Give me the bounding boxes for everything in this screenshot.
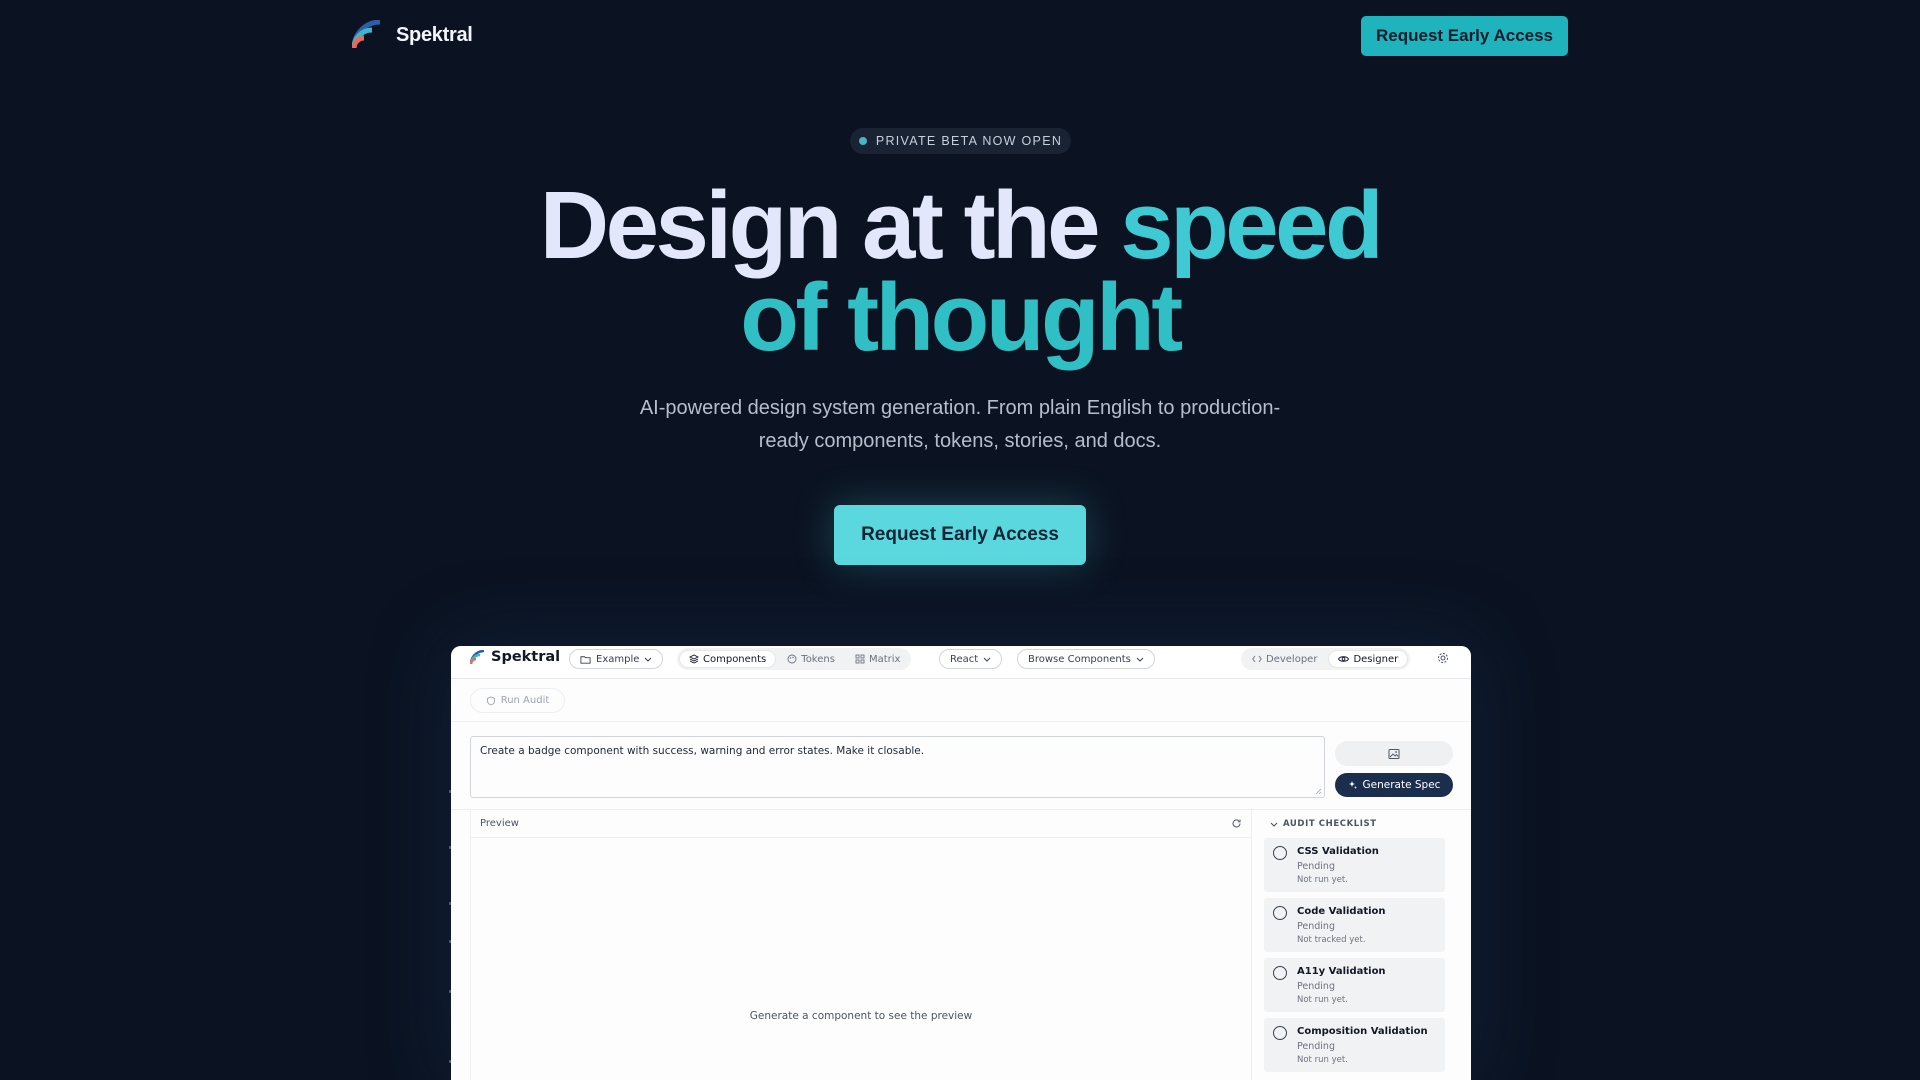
spektral-logo-icon [470,649,485,664]
audit-checklist-title: AUDIT CHECKLIST [1283,819,1377,829]
prompt-input-value: Create a badge component with success, w… [480,745,925,757]
chevron-down-icon [645,657,652,662]
tab-components[interactable]: Components [679,650,777,668]
preview-empty-message: Generate a component to see the preview [749,1010,973,1022]
run-audit-button[interactable]: Run Audit [470,688,565,713]
mode-designer[interactable]: Designer [1328,650,1409,668]
checklist-item-css: CSS Validation Pending Not run yet. [1264,838,1445,892]
project-select[interactable]: Example [569,649,664,669]
tab-tokens-label: Tokens [801,653,835,665]
app-toolbar: Spektral Example Components Tokens Matri… [451,646,1471,679]
resize-handle-icon[interactable] [1315,788,1322,795]
audit-checklist: AUDIT CHECKLIST CSS Validation Pending N… [1264,810,1464,1080]
eye-icon [1338,656,1350,662]
top-nav: Spektral Request Early Access [0,0,1920,72]
app-brand[interactable]: Spektral [470,649,560,665]
tab-matrix-label: Matrix [868,653,901,665]
chevron-down-icon [1136,657,1144,662]
preview-panel: Preview Generate a component to see the … [470,810,1252,1080]
mode-developer-label: Developer [1266,653,1318,665]
grid-icon [855,654,865,664]
nav-request-access-button[interactable]: Request Early Access [1361,16,1568,56]
browse-components-select[interactable]: Browse Components [1017,649,1155,669]
palette-icon [787,654,797,664]
hero-subtitle: AI-powered design system generation. Fro… [639,397,1281,452]
checklist-item-note: Not run yet. [1297,995,1348,1005]
checklist-item-note: Not tracked yet. [1297,935,1366,945]
code-icon [1252,655,1262,663]
checklist-item-title: A11y Validation [1297,966,1386,977]
audit-checklist-header[interactable]: AUDIT CHECKLIST [1264,810,1464,838]
checklist-item-title: Code Validation [1297,906,1386,917]
app-brand-name: Spektral [491,649,561,665]
browse-components-label: Browse Components [1028,653,1131,665]
layers-icon [689,654,699,664]
checklist-item-composition: Composition Validation Pending Not run y… [1264,1018,1445,1072]
beta-badge-label: PRIVATE BETA NOW OPEN [875,134,1063,148]
checklist-item-a11y: A11y Validation Pending Not run yet. [1264,958,1445,1012]
chevron-down-icon [983,657,991,662]
checklist-item-title: CSS Validation [1297,846,1379,857]
divider [451,721,1471,722]
hero-headline: Design at the speed of thought [0,178,1920,366]
refresh-icon[interactable] [1231,818,1242,829]
generate-spec-button[interactable]: Generate Spec [1335,773,1453,797]
preview-title: Preview [480,818,519,829]
hero-request-access-button[interactable]: Request Early Access [834,505,1086,565]
checklist-item-status: Pending [1297,921,1335,932]
prompt-input[interactable]: Create a badge component with success, w… [470,736,1325,798]
generate-spec-label: Generate Spec [1362,779,1441,791]
framework-select[interactable]: React [939,649,1003,669]
shield-check-icon [486,696,495,705]
checklist-item-status: Pending [1297,861,1335,872]
sparkles-icon [1348,781,1357,789]
pending-circle-icon [1273,846,1287,860]
headline-part-3: of thought [740,264,1183,371]
attach-image-button[interactable] [1335,741,1453,766]
checklist-item-note: Not run yet. [1297,875,1348,885]
image-icon [1388,748,1400,759]
pending-circle-icon [1273,906,1287,920]
app-preview-window: Spektral Example Components Tokens Matri… [451,646,1471,1080]
checklist-item-code: Code Validation Pending Not tracked yet. [1264,898,1445,952]
headline-part-1: Design at the [539,172,1121,279]
pending-circle-icon [1273,966,1287,980]
pending-circle-icon [1273,1026,1287,1040]
mode-toggle: Developer Designer [1241,648,1411,670]
brand-logo[interactable]: Spektral [352,20,473,50]
folder-icon [580,655,591,664]
tab-tokens[interactable]: Tokens [778,650,844,668]
brand-name: Spektral [396,23,473,46]
run-audit-label: Run Audit [500,695,550,706]
checklist-item-status: Pending [1297,1041,1335,1052]
chevron-down-icon [1270,822,1278,827]
view-tabs: Components Tokens Matrix [677,648,912,670]
status-dot-icon [858,137,867,145]
project-select-value: Example [596,653,640,665]
headline-part-2: speed [1120,172,1383,279]
mode-designer-label: Designer [1353,653,1399,665]
beta-badge: PRIVATE BETA NOW OPEN [850,128,1071,154]
checklist-item-status: Pending [1297,981,1335,992]
tab-matrix[interactable]: Matrix [846,650,909,668]
settings-gear-icon[interactable] [1434,649,1452,667]
framework-select-value: React [950,653,979,665]
spektral-logo-icon [352,20,381,49]
tab-components-label: Components [703,653,767,665]
checklist-item-title: Composition Validation [1297,1026,1428,1037]
preview-header: Preview [471,810,1251,838]
checklist-item-note: Not run yet. [1297,1055,1348,1065]
mode-developer[interactable]: Developer [1243,650,1326,668]
